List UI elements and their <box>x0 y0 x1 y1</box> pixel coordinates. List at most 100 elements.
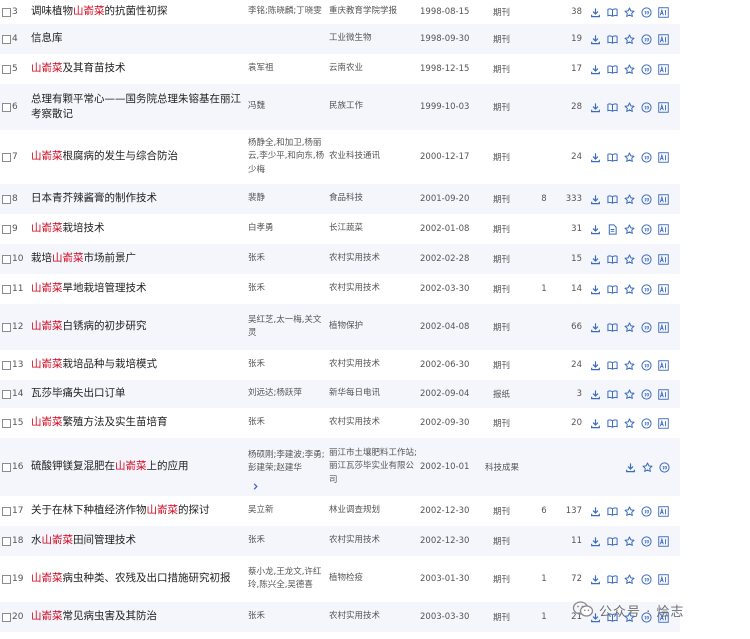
result-authors[interactable]: 杨硕刚;李建波;李勇;彭建荣;赵建华 <box>248 442 326 482</box>
cite-quote-icon[interactable] <box>641 573 652 585</box>
title-segment[interactable]: 根腐病的发生与综合防治 <box>63 150 179 162</box>
title-segment[interactable]: 繁殖方法及实生苗培育 <box>63 416 168 428</box>
title-keyword-highlight[interactable]: 山嵛菜 <box>31 222 63 234</box>
result-authors[interactable]: 张禾 <box>248 350 326 380</box>
result-title-link[interactable]: 日本青芥辣酱膏的制作技术 <box>31 184 241 214</box>
result-source[interactable]: 长江蔬菜 <box>329 214 417 244</box>
download-icon[interactable] <box>590 574 601 585</box>
title-segment[interactable]: 及其育苗技术 <box>63 62 126 74</box>
ai-assistant-icon[interactable] <box>658 283 669 295</box>
checkbox-box[interactable] <box>2 102 11 112</box>
result-title-link[interactable]: 山嵛菜繁殖方法及实生苗培育 <box>31 408 241 438</box>
result-download-count[interactable]: 17 <box>556 54 582 84</box>
download-icon[interactable] <box>590 64 601 75</box>
result-source[interactable]: 民族工作 <box>329 84 417 130</box>
title-segment[interactable]: 日本青芥辣酱膏的制作技术 <box>31 192 157 204</box>
title-text[interactable]: 山嵛菜繁殖方法及实生苗培育 <box>31 415 168 430</box>
checkbox-box[interactable] <box>2 7 11 17</box>
download-icon[interactable] <box>590 506 601 517</box>
checkbox-box[interactable] <box>2 284 11 294</box>
read-icon[interactable] <box>607 34 618 45</box>
result-download-count[interactable]: 66 <box>556 304 582 350</box>
favorite-star-icon[interactable] <box>624 33 635 45</box>
result-cited-count[interactable] <box>534 350 554 380</box>
title-keyword-highlight[interactable]: 山嵛菜 <box>147 504 179 516</box>
result-cited-count[interactable] <box>534 214 554 244</box>
result-download-count[interactable] <box>556 438 582 496</box>
result-title-link[interactable]: 硫酸钾镁复混肥在山嵛菜上的应用 <box>31 438 241 496</box>
title-text[interactable]: 山嵛菜病虫种类、农残及出口措施研究初报 <box>31 571 231 586</box>
title-text[interactable]: 水山嵛菜田间管理技术 <box>31 533 136 548</box>
checkbox-box[interactable] <box>2 224 11 234</box>
title-text[interactable]: 信息库 <box>31 31 63 46</box>
result-cited-count[interactable]: 1 <box>534 556 554 602</box>
checkbox-box[interactable] <box>2 152 11 162</box>
ai-assistant-icon[interactable] <box>658 33 669 45</box>
favorite-star-icon[interactable] <box>624 6 635 18</box>
read-icon[interactable] <box>607 254 618 265</box>
result-title-link[interactable]: 信息库 <box>31 24 241 54</box>
title-text[interactable]: 瓦莎毕痛失出口订单 <box>31 386 126 401</box>
result-authors[interactable]: 蔡小龙,王龙文,许红玲,陈兴全,吴德喜 <box>248 556 326 602</box>
favorite-star-icon[interactable] <box>624 151 635 163</box>
result-source[interactable]: 植物保护 <box>329 304 417 350</box>
result-title-link[interactable]: 山嵛菜旱地栽培管理技术 <box>31 274 241 304</box>
result-cited-count[interactable] <box>534 526 554 556</box>
result-cited-count[interactable] <box>534 84 554 130</box>
title-segment[interactable]: 调味植物 <box>31 5 73 17</box>
checkbox-box[interactable] <box>2 254 11 264</box>
title-keyword-highlight[interactable]: 山嵛菜 <box>31 572 63 584</box>
result-authors[interactable]: 裴静 <box>248 184 326 214</box>
title-segment[interactable]: 旱地栽培管理技术 <box>63 282 147 294</box>
result-download-count[interactable]: 15 <box>556 244 582 274</box>
result-download-count[interactable]: 24 <box>556 350 582 380</box>
title-segment[interactable]: 市场前景广 <box>84 252 137 264</box>
checkbox-box[interactable] <box>2 536 11 546</box>
result-cited-count[interactable] <box>534 244 554 274</box>
cite-quote-icon[interactable] <box>641 33 652 45</box>
download-icon[interactable] <box>590 284 601 295</box>
title-text[interactable]: 山嵛菜及其育苗技术 <box>31 61 126 76</box>
download-icon[interactable] <box>590 389 601 400</box>
read-icon[interactable] <box>607 7 618 18</box>
title-keyword-highlight[interactable]: 山嵛菜 <box>115 460 147 472</box>
result-source[interactable]: 农村实用技术 <box>329 274 417 304</box>
result-authors[interactable]: 张禾 <box>248 526 326 556</box>
cite-quote-icon[interactable] <box>641 6 652 18</box>
result-source[interactable]: 农村实用技术 <box>329 244 417 274</box>
read-icon[interactable] <box>607 418 618 429</box>
result-title-link[interactable]: 山嵛菜白锈病的初步研究 <box>31 304 241 350</box>
favorite-star-icon[interactable] <box>624 573 635 585</box>
cite-quote-icon[interactable] <box>641 417 652 429</box>
title-text[interactable]: 山嵛菜旱地栽培管理技术 <box>31 281 147 296</box>
result-download-count[interactable]: 24 <box>556 130 582 184</box>
checkbox-box[interactable] <box>2 194 11 204</box>
download-icon[interactable] <box>590 194 601 205</box>
result-cited-count[interactable] <box>534 438 554 496</box>
title-text[interactable]: 山嵛菜栽培技术 <box>31 221 105 236</box>
title-keyword-highlight[interactable]: 山嵛菜 <box>31 416 63 428</box>
ai-assistant-icon[interactable] <box>658 151 669 163</box>
read-icon[interactable] <box>607 389 618 400</box>
read-icon[interactable] <box>607 574 618 585</box>
result-title-link[interactable]: 山嵛菜根腐病的发生与综合防治 <box>31 130 241 184</box>
result-title-link[interactable]: 山嵛菜常见病虫害及其防治 <box>31 602 241 632</box>
cite-quote-icon[interactable] <box>641 535 652 547</box>
title-segment[interactable]: 田间管理技术 <box>73 534 136 546</box>
ai-assistant-icon[interactable] <box>658 253 669 265</box>
result-source[interactable]: 农村实用技术 <box>329 526 417 556</box>
result-title-link[interactable]: 调味植物山嵛菜的抗菌性初探 <box>31 0 241 24</box>
result-authors[interactable] <box>248 24 326 54</box>
title-segment[interactable]: 栽培品种与栽培模式 <box>63 358 158 370</box>
favorite-star-icon[interactable] <box>642 461 653 473</box>
result-authors[interactable]: 张禾 <box>248 602 326 632</box>
result-download-count[interactable]: 137 <box>556 496 582 526</box>
cite-quote-icon[interactable] <box>641 359 652 371</box>
favorite-star-icon[interactable] <box>624 253 635 265</box>
result-source[interactable]: 植物检疫 <box>329 556 417 602</box>
title-text[interactable]: 硫酸钾镁复混肥在山嵛菜上的应用 <box>31 459 189 474</box>
favorite-star-icon[interactable] <box>624 321 635 333</box>
expand-authors-chevron-icon[interactable] <box>251 482 260 491</box>
ai-assistant-icon[interactable] <box>658 535 669 547</box>
title-text[interactable]: 栽培山嵛菜市场前景广 <box>31 251 136 266</box>
